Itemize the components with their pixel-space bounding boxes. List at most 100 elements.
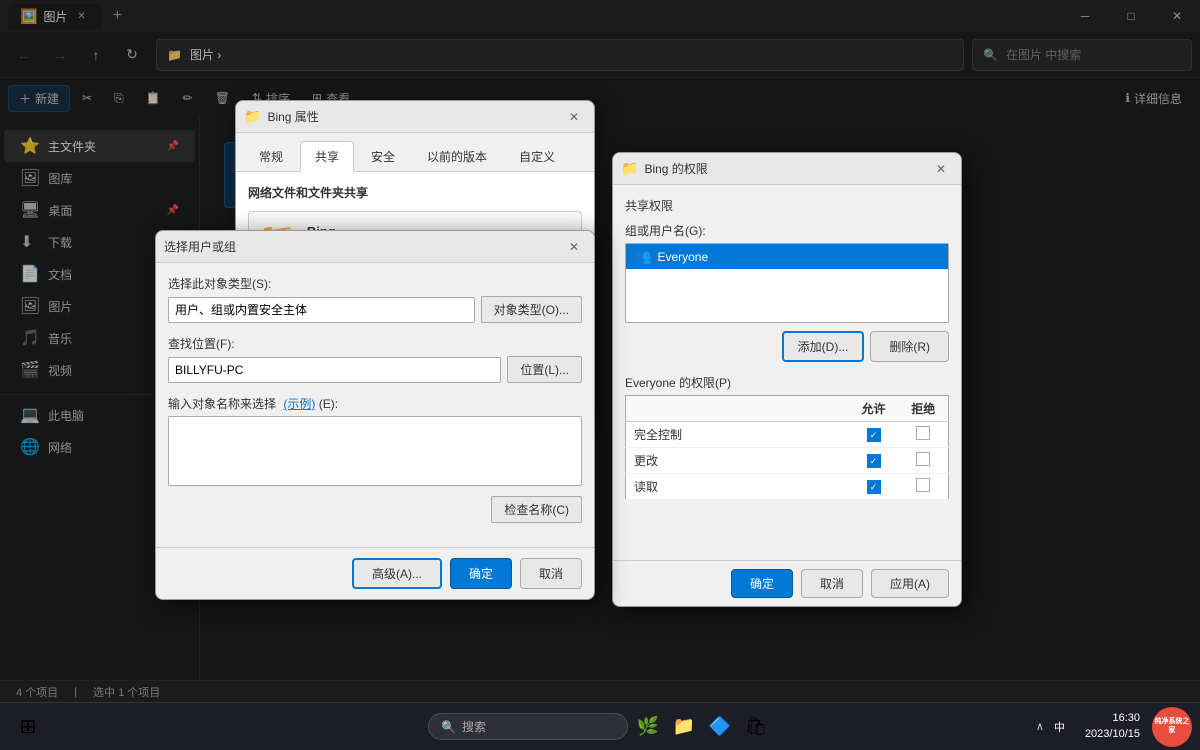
- taskbar-left: ⊞: [0, 707, 56, 747]
- perm-deny-cell[interactable]: [899, 474, 949, 500]
- perm-table: 允许 拒绝 完全控制 ✓ 更改 ✓ 读取 ✓: [625, 395, 949, 500]
- perm-close-btn[interactable]: ✕: [929, 157, 953, 181]
- perm-user-icon: 👥: [634, 248, 651, 265]
- start-button[interactable]: ⊞: [8, 707, 48, 747]
- perm-allow-checkbox[interactable]: ✓: [867, 454, 881, 468]
- taskbar-search-label: 搜索: [462, 718, 486, 735]
- perm-name: 更改: [626, 448, 849, 474]
- perm-allow-cell[interactable]: ✓: [849, 474, 899, 500]
- add-btn[interactable]: 添加(D)...: [782, 331, 865, 362]
- perm-col-allow: 允许: [849, 396, 899, 422]
- object-type-input[interactable]: [168, 297, 475, 323]
- example-link[interactable]: (示例): [283, 397, 315, 411]
- select-users-body: 选择此对象类型(S): 对象类型(O)... 查找位置(F): 位置(L)...…: [156, 263, 594, 547]
- perm-allow-cell[interactable]: ✓: [849, 422, 899, 448]
- perm-name: 完全控制: [626, 422, 849, 448]
- system-tray: ∧ 中: [1028, 717, 1073, 737]
- clock: 16:30 2023/10/15: [1077, 711, 1148, 742]
- check-names-btn[interactable]: 检查名称(C): [491, 496, 582, 523]
- taskbar: ⊞ 🔍 搜索 🌿 📁 🔷 🛍 ∧ 中 16:30 2023/10/15 纯净系统…: [0, 702, 1200, 750]
- perm-apply-btn[interactable]: 应用(A): [871, 569, 949, 598]
- taskbar-search-icon: 🔍: [441, 720, 456, 734]
- bing-props-icon: 📁: [244, 108, 261, 125]
- perm-row: 更改 ✓: [626, 448, 949, 474]
- bing-props-title-bar: 📁 Bing 属性 ✕: [236, 101, 594, 133]
- location-btn[interactable]: 位置(L)...: [507, 356, 582, 383]
- select-users-footer: 高级(A)... 确定 取消: [156, 547, 594, 599]
- perm-footer: 确定 取消 应用(A): [613, 560, 961, 606]
- perm-section-title: 共享权限: [625, 197, 949, 214]
- name-row: 输入对象名称来选择 (示例) (E): 检查名称(C): [168, 395, 582, 523]
- name-label-text: 输入对象名称来选择: [168, 397, 276, 411]
- select-users-title: 选择用户或组: [164, 238, 236, 255]
- location-input[interactable]: [168, 357, 501, 383]
- perm-deny-checkbox[interactable]: [916, 426, 930, 440]
- taskbar-search[interactable]: 🔍 搜索: [428, 713, 628, 740]
- select-users-close-btn[interactable]: ✕: [562, 235, 586, 259]
- tab-security[interactable]: 安全: [356, 141, 410, 171]
- tab-general[interactable]: 常规: [244, 141, 298, 171]
- group-label: 组或用户名(G):: [625, 222, 949, 239]
- taskbar-center: 🔍 搜索 🌿 📁 🔷 🛍: [428, 711, 772, 743]
- bing-props-title: Bing 属性: [267, 108, 318, 125]
- perm-allow-checkbox[interactable]: ✓: [867, 480, 881, 494]
- perm-name: 读取: [626, 474, 849, 500]
- taskbar-edge-icon[interactable]: 🔷: [704, 711, 736, 743]
- perm-title: Bing 的权限: [644, 160, 707, 177]
- location-row: 查找位置(F): 位置(L)...: [168, 335, 582, 383]
- bing-props-tabs: 常规 共享 安全 以前的版本 自定义: [236, 133, 594, 172]
- select-users-title-bar: 选择用户或组 ✕: [156, 231, 594, 263]
- perm-body: 共享权限 组或用户名(G): 👥 Everyone 添加(D)... 删除(R)…: [613, 185, 961, 560]
- tab-custom[interactable]: 自定义: [504, 141, 570, 171]
- perm-btn-row: 添加(D)... 删除(R): [625, 331, 949, 362]
- perm-allow-cell[interactable]: ✓: [849, 448, 899, 474]
- perm-deny-cell[interactable]: [899, 422, 949, 448]
- perm-col-name: [626, 396, 849, 422]
- perm-deny-cell[interactable]: [899, 448, 949, 474]
- perm-deny-checkbox[interactable]: [916, 478, 930, 492]
- taskbar-store-icon[interactable]: 🛍: [740, 711, 772, 743]
- select-users-ok-btn[interactable]: 确定: [450, 558, 512, 589]
- perm-row: 完全控制 ✓: [626, 422, 949, 448]
- bing-props-title-left: 📁 Bing 属性: [244, 108, 319, 125]
- watermark-text: 纯净系统之家: [1152, 716, 1192, 737]
- perm-title-bar: 📁 Bing 的权限 ✕: [613, 153, 961, 185]
- select-users-dialog: 选择用户或组 ✕ 选择此对象类型(S): 对象类型(O)... 查找位置(F):…: [155, 230, 595, 600]
- object-type-field: 对象类型(O)...: [168, 296, 582, 323]
- perm-col-deny: 拒绝: [899, 396, 949, 422]
- name-input[interactable]: [168, 416, 582, 486]
- tray-arrow[interactable]: ∧: [1032, 718, 1048, 735]
- bing-permissions-dialog: 📁 Bing 的权限 ✕ 共享权限 组或用户名(G): 👥 Everyone 添…: [612, 152, 962, 607]
- perm-allow-checkbox[interactable]: ✓: [867, 428, 881, 442]
- select-users-cancel-btn[interactable]: 取消: [520, 558, 582, 589]
- taskbar-files-icon[interactable]: 📁: [668, 711, 700, 743]
- perm-row: 读取 ✓: [626, 474, 949, 500]
- taskbar-right: ∧ 中 16:30 2023/10/15 纯净系统之家: [1020, 707, 1200, 747]
- perm-ok-btn[interactable]: 确定: [731, 569, 793, 598]
- perms-for-label: Everyone 的权限(P): [625, 374, 949, 391]
- tab-sharing[interactable]: 共享: [300, 141, 354, 172]
- tray-lang[interactable]: 中: [1050, 717, 1069, 737]
- name-label: 输入对象名称来选择 (示例) (E):: [168, 395, 582, 412]
- share-section-title: 网络文件和文件夹共享: [248, 184, 582, 201]
- clock-time: 16:30: [1085, 711, 1140, 726]
- perm-user-name: Everyone: [657, 250, 708, 264]
- select-users-title-left: 选择用户或组: [164, 238, 236, 255]
- perm-user-list: 👥 Everyone: [625, 243, 949, 323]
- windows-logo-icon: ⊞: [20, 714, 37, 739]
- taskbar-browser-icon[interactable]: 🌿: [632, 711, 664, 743]
- perm-deny-checkbox[interactable]: [916, 452, 930, 466]
- tab-prev-versions[interactable]: 以前的版本: [412, 141, 502, 171]
- object-type-label: 选择此对象类型(S):: [168, 275, 582, 292]
- bing-props-close-btn[interactable]: ✕: [562, 105, 586, 129]
- advanced-btn[interactable]: 高级(A)...: [352, 558, 442, 589]
- perm-title-left: 📁 Bing 的权限: [621, 160, 708, 177]
- name-field: [168, 416, 582, 492]
- perm-user-everyone[interactable]: 👥 Everyone: [626, 244, 948, 269]
- object-type-btn[interactable]: 对象类型(O)...: [481, 296, 582, 323]
- location-label: 查找位置(F):: [168, 335, 582, 352]
- perm-cancel-btn[interactable]: 取消: [801, 569, 863, 598]
- remove-btn[interactable]: 删除(R): [870, 331, 949, 362]
- location-field: 位置(L)...: [168, 356, 582, 383]
- object-type-row: 选择此对象类型(S): 对象类型(O)...: [168, 275, 582, 323]
